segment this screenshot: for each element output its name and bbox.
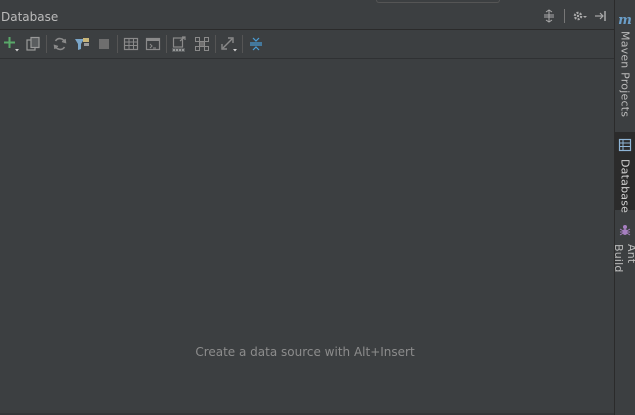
diagram-icon[interactable] bbox=[191, 33, 213, 55]
ant-build-tab[interactable]: Ant Build bbox=[612, 220, 635, 294]
stop-icon[interactable] bbox=[93, 33, 115, 55]
gear-icon[interactable] bbox=[572, 8, 588, 24]
top-tab-edge bbox=[376, 0, 500, 3]
copy-icon[interactable] bbox=[22, 33, 44, 55]
title-actions bbox=[541, 8, 608, 24]
panel-title: Database bbox=[1, 10, 59, 24]
hide-panel-icon[interactable] bbox=[592, 8, 608, 24]
empty-state-message: Create a data source with Alt+Insert bbox=[195, 345, 415, 359]
database-toolbar bbox=[0, 33, 267, 55]
toolbar-separator bbox=[215, 35, 216, 53]
ant-icon bbox=[619, 222, 631, 241]
ide-window: Database Create a data source with Alt+I… bbox=[0, 0, 635, 415]
maven-projects-tab[interactable]: m Maven Projects bbox=[615, 14, 635, 118]
title-separator bbox=[564, 9, 565, 23]
collapse-all-icon[interactable] bbox=[541, 8, 557, 24]
database-tab-label: Database bbox=[618, 159, 632, 214]
refresh-icon[interactable] bbox=[49, 33, 71, 55]
add-icon[interactable] bbox=[0, 33, 22, 55]
ddl-icon[interactable] bbox=[169, 33, 191, 55]
database-panel: Database Create a data source with Alt+I… bbox=[0, 0, 614, 415]
ant-build-label: Ant Build bbox=[612, 244, 635, 273]
right-tool-strip: m Maven Projects Database Ant Build bbox=[612, 0, 635, 415]
title-divider bbox=[0, 29, 614, 30]
table-editor-icon[interactable] bbox=[120, 33, 142, 55]
toolbar-separator bbox=[166, 35, 167, 53]
collapse-icon[interactable] bbox=[245, 33, 267, 55]
maven-icon: m bbox=[618, 13, 632, 28]
toolbar-separator bbox=[46, 35, 47, 53]
toolbar-separator bbox=[242, 35, 243, 53]
toolbar-divider bbox=[0, 58, 614, 59]
expand-icon[interactable] bbox=[218, 33, 240, 55]
toolbar-separator bbox=[117, 35, 118, 53]
panel-title-bar: Database bbox=[0, 6, 614, 28]
synchronize-icon[interactable] bbox=[71, 33, 93, 55]
console-icon[interactable] bbox=[142, 33, 164, 55]
database-icon bbox=[618, 137, 632, 156]
maven-projects-label: Maven Projects bbox=[618, 31, 632, 118]
database-tab[interactable]: Database bbox=[615, 132, 635, 214]
